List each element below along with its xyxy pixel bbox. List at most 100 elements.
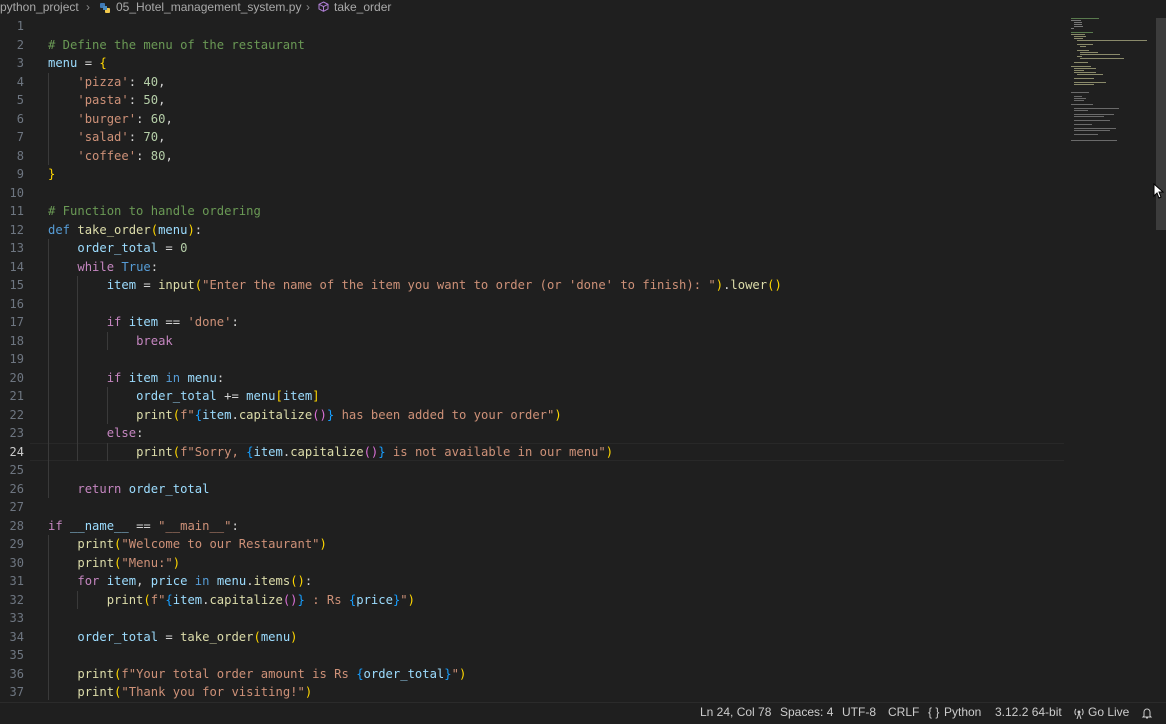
code-token: item xyxy=(128,370,159,385)
code-token: item xyxy=(128,315,159,329)
code-token: order_total xyxy=(77,241,159,255)
cursor-position[interactable]: Ln 24, Col 78 xyxy=(700,703,771,721)
code-token: "Welcome to our Restaurant" xyxy=(121,537,320,551)
code-line[interactable]: 35 xyxy=(0,646,1150,664)
code-token: " xyxy=(400,592,408,607)
code-line[interactable]: 3 menu = { xyxy=(0,54,1150,72)
code-token: ) xyxy=(290,629,298,644)
line-number: 14 xyxy=(9,259,24,274)
code-line[interactable]: 33 xyxy=(0,609,1150,627)
code-line[interactable]: 15 item = input("Enter the name of the i… xyxy=(0,276,1150,294)
code-line[interactable]: 9} xyxy=(0,165,1150,183)
python-interpreter[interactable]: 3.12.2 64-bit xyxy=(995,703,1062,721)
line-number: 5 xyxy=(16,93,24,107)
code-line[interactable]: 37 print("Thank you for visiting!") xyxy=(0,683,1150,700)
code-line[interactable]: 2 # Define the menu of the restaurant xyxy=(0,36,1150,54)
code-text: 'pizza': 40, xyxy=(48,73,165,91)
code-line[interactable]: 19 xyxy=(0,350,1150,368)
code-token: items xyxy=(253,574,291,588)
line-number: 37 xyxy=(9,685,24,699)
breadcrumb-folder[interactable]: python_project xyxy=(0,0,79,14)
line-number: 23 xyxy=(9,426,24,440)
code-line[interactable]: 7 'salad': 70, xyxy=(0,128,1150,146)
code-line[interactable]: 5 'pasta': 50, xyxy=(0,91,1150,109)
line-number: 21 xyxy=(9,389,24,403)
code-token: is not available in our menu" xyxy=(385,444,606,459)
code-token: menu xyxy=(158,222,188,237)
code-token: print xyxy=(136,407,173,422)
code-line[interactable]: 10 xyxy=(0,184,1150,202)
minimap[interactable] xyxy=(1066,16,1154,700)
code-line[interactable]: 25 xyxy=(0,461,1150,479)
code-editor[interactable]: 1 2 # Define the menu of the restaurant 3 me… xyxy=(0,16,1166,700)
code-token: lower xyxy=(730,278,768,292)
code-line[interactable]: 36 print(f"Your total order amount is Rs… xyxy=(0,665,1150,683)
breadcrumb-symbol[interactable]: take_order xyxy=(334,0,391,14)
indentation-status[interactable]: Spaces: 4 xyxy=(780,703,833,721)
code-token: ) xyxy=(407,592,415,607)
line-number: 11 xyxy=(9,204,24,218)
code-line[interactable]: 17 if item == 'done': xyxy=(0,313,1150,331)
code-line[interactable]: 24 print(f"Sorry, {item.capitalize()} is… xyxy=(0,442,1150,461)
minimap-preview xyxy=(1071,18,1147,141)
code-line[interactable]: 8 'coffee': 80, xyxy=(0,147,1150,165)
code-line[interactable]: 18 break xyxy=(0,332,1150,350)
code-line[interactable]: 30 print("Menu:") xyxy=(0,554,1150,572)
code-line[interactable]: 11 # Function to handle ordering xyxy=(0,202,1150,220)
braces-icon: { } xyxy=(928,705,940,719)
go-live-button[interactable]: Go Live xyxy=(1088,703,1129,721)
code-line[interactable]: 34 order_total = take_order(menu) xyxy=(0,628,1150,646)
code-line[interactable]: 28 if __name__ == "__main__": xyxy=(0,517,1150,535)
code-token: : xyxy=(231,315,239,329)
code-line[interactable]: 22 print(f"{item.capitalize()} has been … xyxy=(0,406,1150,424)
code-text: order_total = take_order(menu) xyxy=(48,628,298,646)
line-number: 3 xyxy=(16,56,24,70)
code-token: take_order xyxy=(77,222,151,237)
code-token: "__main__" xyxy=(158,518,232,533)
code-token: order_total xyxy=(77,629,159,644)
code-token: True xyxy=(121,259,151,274)
code-line[interactable]: 27 xyxy=(0,498,1150,516)
code-text: 'coffee': 80, xyxy=(48,147,172,165)
code-line[interactable]: 31 for item, price in menu.items(): xyxy=(0,572,1150,590)
code-line[interactable]: 20 if item in menu: xyxy=(0,369,1150,387)
breadcrumb-file[interactable]: 05_Hotel_management_system.py xyxy=(116,0,301,14)
code-token: 50 xyxy=(143,93,159,107)
code-token: () xyxy=(767,278,782,292)
line-number: 9 xyxy=(16,167,24,181)
code-token: 60 xyxy=(150,111,166,126)
code-line[interactable]: 12 def take_order(menu): xyxy=(0,221,1150,239)
code-line[interactable]: 23 else: xyxy=(0,424,1150,442)
code-token: ( xyxy=(150,222,159,237)
code-line[interactable]: 32 print(f"{item.capitalize()} : Rs {pri… xyxy=(0,591,1150,609)
code-line[interactable]: 6 'burger': 60, xyxy=(0,110,1150,128)
code-line[interactable]: 4 'pizza': 40, xyxy=(0,73,1150,91)
code-token: = xyxy=(158,629,181,644)
code-token: capitalize xyxy=(238,407,313,422)
code-token: item xyxy=(172,592,203,607)
code-line[interactable]: 14 while True: xyxy=(0,258,1150,276)
code-line[interactable]: 21 order_total += menu[item] xyxy=(0,387,1150,405)
code-token: input xyxy=(158,278,195,292)
code-token: : xyxy=(128,93,144,107)
code-token: { xyxy=(99,56,107,70)
code-line[interactable]: 16 xyxy=(0,295,1150,313)
code-token: 40 xyxy=(143,74,159,89)
code-line[interactable]: 29 print("Welcome to our Restaurant") xyxy=(0,535,1150,553)
eol-status[interactable]: CRLF xyxy=(888,703,919,721)
code-line[interactable]: 13 order_total = 0 xyxy=(0,239,1150,257)
encoding-status[interactable]: UTF-8 xyxy=(842,703,876,721)
code-token: : xyxy=(304,574,313,588)
code-token: 80 xyxy=(150,148,166,163)
code-token: 'salad' xyxy=(77,130,129,144)
code-token: = xyxy=(77,56,100,70)
code-token: in xyxy=(165,370,181,385)
code-line[interactable]: 1 xyxy=(0,17,1150,35)
bell-icon[interactable] xyxy=(1141,706,1153,724)
language-mode[interactable]: Python xyxy=(944,703,981,721)
code-line[interactable]: 26 return order_total xyxy=(0,480,1150,498)
